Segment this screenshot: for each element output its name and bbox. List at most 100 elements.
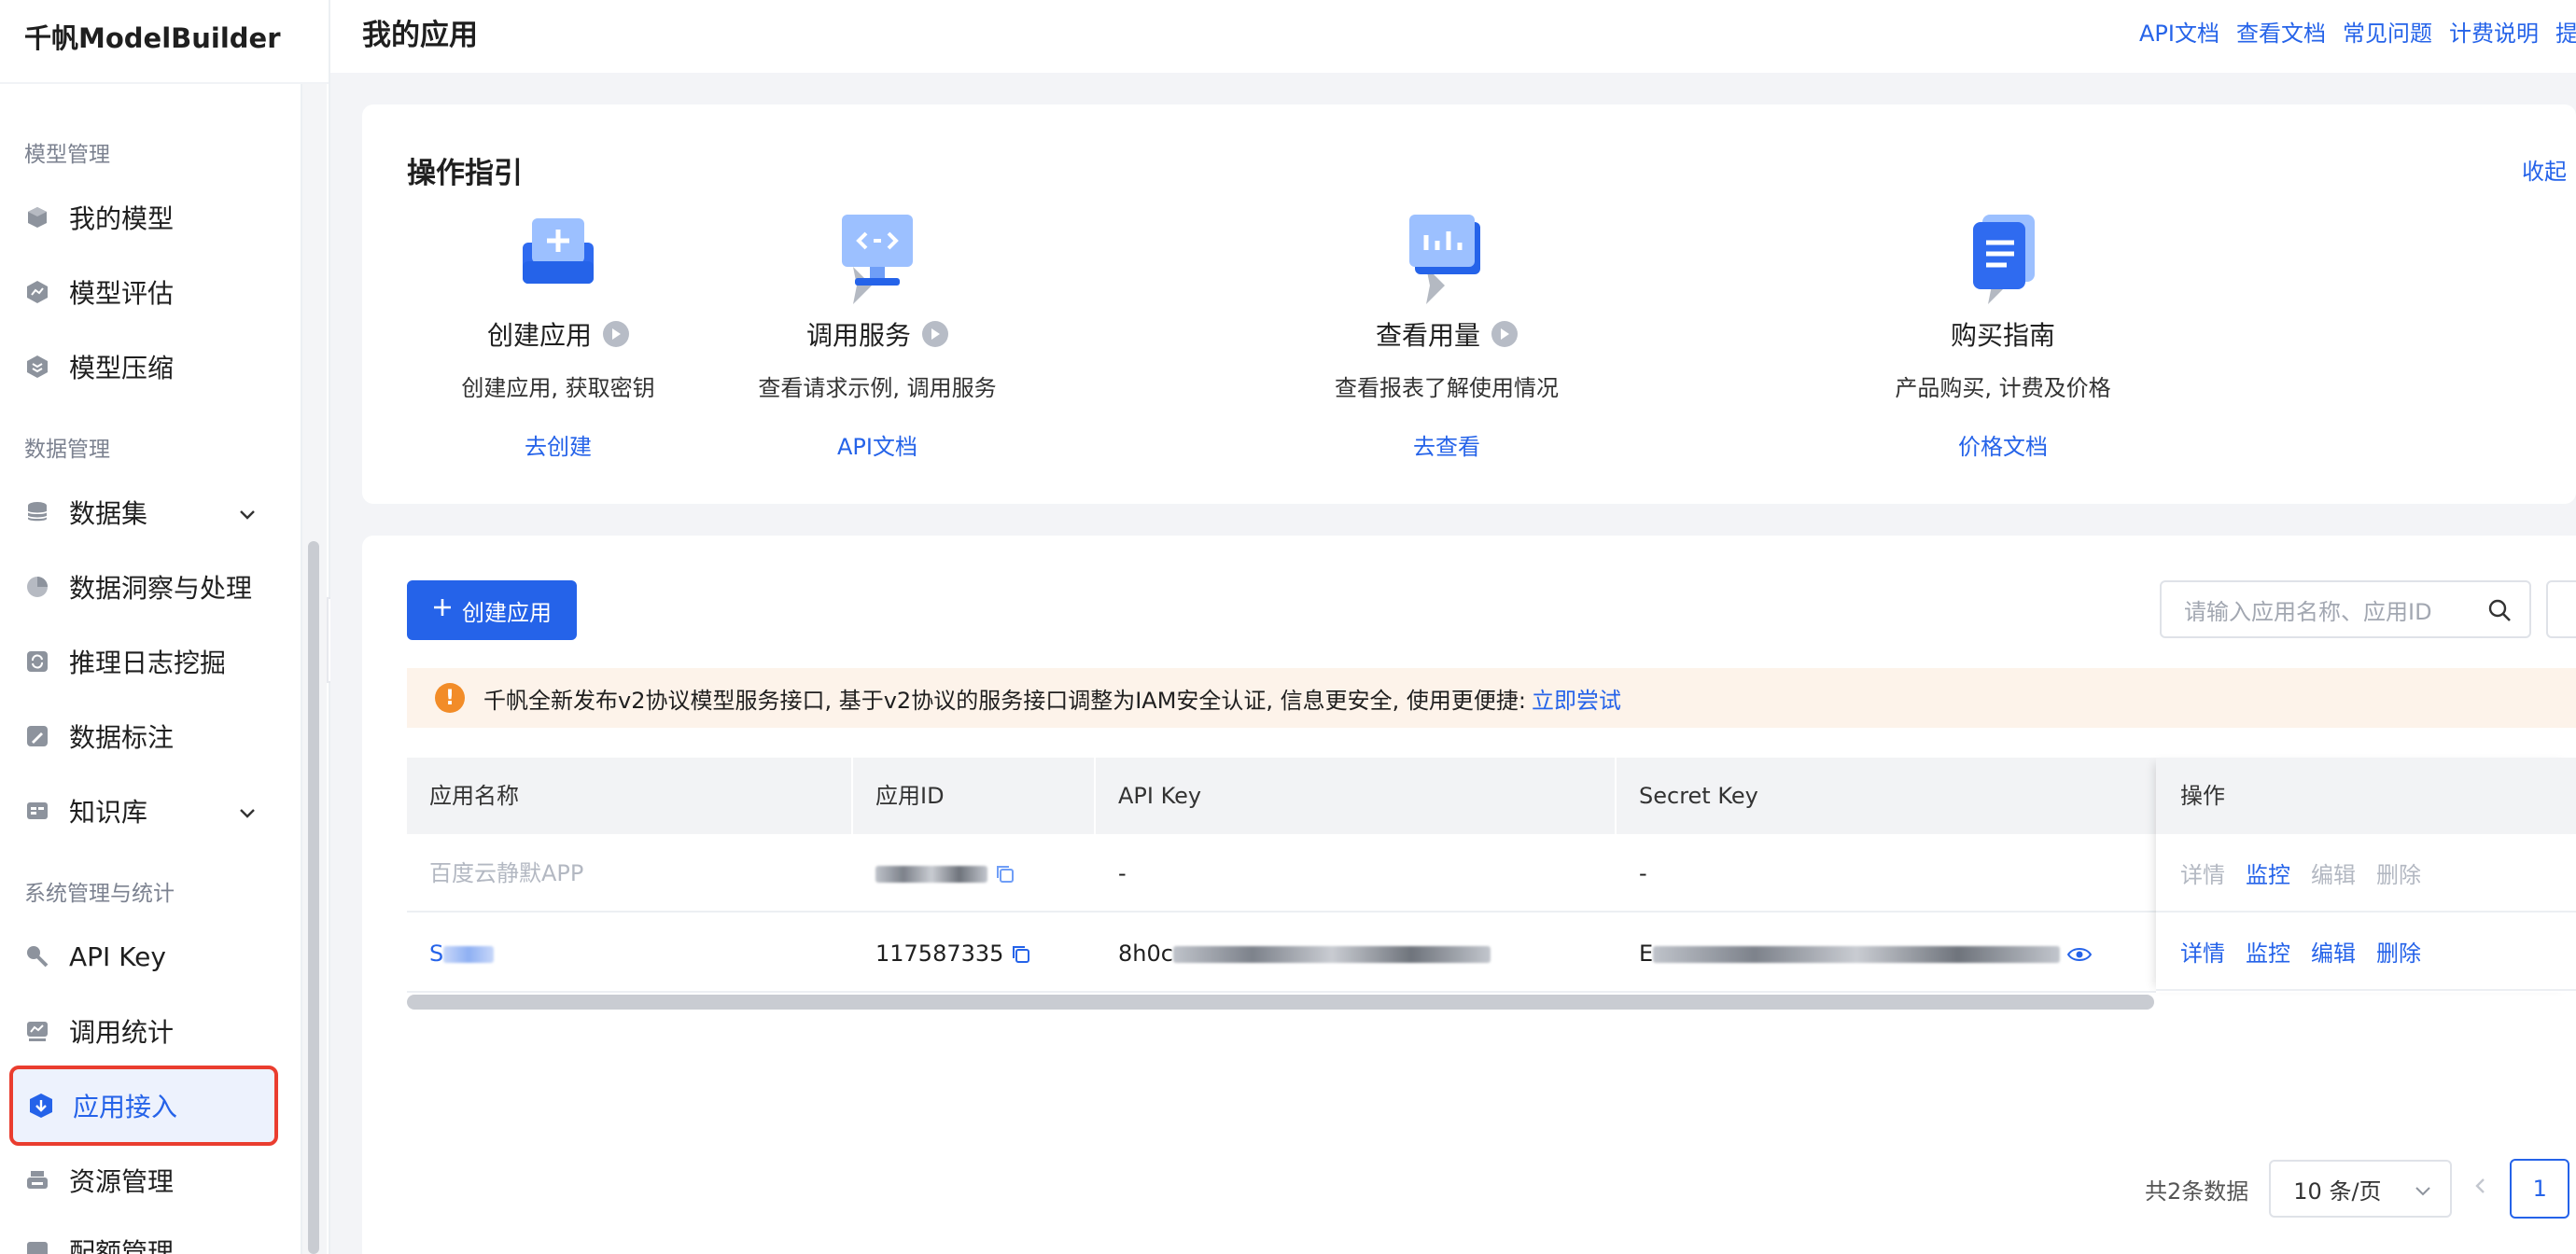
secret-key: - — [1639, 860, 1647, 886]
step-link-go-create[interactable]: 去创建 — [390, 428, 726, 461]
page-number-button[interactable]: 1 — [2510, 1159, 2570, 1219]
sidebar-item-label: 我的模型 — [69, 203, 175, 234]
col-actions: 操作 — [2156, 758, 2576, 834]
app-name: 百度云静默APP — [429, 860, 584, 886]
edit-action[interactable]: 编辑 — [2311, 857, 2356, 889]
guide-step-view-usage: 查看用量 查看报表了解使用情况 去查看 — [1279, 205, 1615, 461]
masked-value — [1653, 946, 2061, 963]
sidebar-item-data-insight[interactable]: 数据洞察与处理 — [9, 552, 276, 621]
section-model-management: 模型管理 — [24, 143, 110, 167]
monitor-action[interactable]: 监控 — [2246, 857, 2290, 889]
secret-key: E — [1617, 914, 2092, 993]
table-horizontal-scrollbar[interactable] — [407, 995, 2154, 1010]
sidebar-item-my-models[interactable]: 我的模型 — [9, 183, 276, 252]
copy-icon[interactable] — [995, 860, 1015, 886]
app-name-link[interactable]: S — [407, 914, 495, 993]
notice-banner: ! 千帆全新发布v2协议模型服务接口, 基于v2协议的服务接口调整为IAM安全认… — [407, 668, 2576, 728]
sidebar-item-label: 知识库 — [69, 797, 148, 828]
step-link-go-view[interactable]: 去查看 — [1279, 428, 1615, 461]
row-actions: 详情 监控 编辑 删除 — [2156, 913, 2576, 991]
delete-action[interactable]: 删除 — [2376, 857, 2421, 889]
sidebar-item-knowledge-base[interactable]: 知识库 — [9, 776, 276, 845]
sidebar-item-quota-management[interactable]: 配额管理 — [9, 1217, 276, 1254]
create-app-button[interactable]: 创建应用 — [407, 580, 577, 640]
guide-collapse-link[interactable]: 收起 — [2522, 153, 2567, 186]
page-size-select[interactable]: 10 条/页 — [2269, 1160, 2453, 1218]
eye-icon[interactable] — [2066, 940, 2092, 967]
total-count: 共2条数据 — [2145, 1177, 2249, 1205]
sidebar-item-label: 数据标注 — [69, 722, 175, 753]
app-id: 117587335 — [853, 914, 1031, 993]
divider — [0, 82, 329, 84]
step-desc: 查看报表了解使用情况 — [1335, 375, 1559, 401]
play-icon[interactable] — [922, 321, 948, 347]
chevron-down-icon[interactable] — [237, 799, 258, 829]
step-name: 创建应用 — [486, 320, 592, 351]
header-link-api-docs[interactable]: API文档 — [2139, 15, 2219, 48]
pie-icon — [24, 574, 50, 600]
col-api-key: API Key — [1118, 783, 1202, 809]
warning-icon: ! — [435, 683, 465, 713]
guide-step-purchase-guide: 购买指南 产品购买, 计费及价格 价格文档 — [1835, 205, 2171, 461]
row-actions: 详情 监控 编辑 删除 — [2156, 834, 2576, 913]
detail-action[interactable]: 详情 — [2180, 935, 2225, 968]
sidebar-item-label: 模型压缩 — [69, 353, 175, 383]
sidebar-item-model-eval[interactable]: 模型评估 — [9, 258, 276, 327]
operation-guide-card: 操作指引 收起 创建应用 创建应用, 获取密钥 去创建 调用服务 查看请求示例,… — [362, 104, 2576, 504]
sidebar-item-log-mining[interactable]: 推理日志挖掘 — [9, 627, 276, 696]
sidebar: 千帆ModelBuilder 模型管理 我的模型 模型评估 模型压缩 数据管理 … — [0, 0, 330, 1254]
sidebar-item-label: 数据洞察与处理 — [69, 573, 253, 604]
main-content: 我的应用 API文档 查看文档 常见问题 计费说明 提交 操作指引 收起 创建应… — [330, 0, 2576, 1254]
detail-action[interactable]: 详情 — [2180, 857, 2225, 889]
chevron-down-icon — [2413, 1180, 2433, 1206]
header-link-billing[interactable]: 计费说明 — [2449, 15, 2539, 48]
search-placeholder: 请输入应用名称、应用ID — [2184, 598, 2432, 625]
monitor-action[interactable]: 监控 — [2246, 935, 2290, 968]
play-icon[interactable] — [603, 321, 629, 347]
app-id-value: 117587335 — [875, 940, 1004, 967]
step-name: 购买指南 — [1950, 320, 2055, 351]
chevron-down-icon[interactable] — [237, 500, 258, 531]
sidebar-item-datasets[interactable]: 数据集 — [9, 478, 276, 547]
edit-action[interactable]: 编辑 — [2311, 935, 2356, 968]
sidebar-item-label: 配额管理 — [69, 1237, 175, 1254]
sidebar-item-data-annotation[interactable]: 数据标注 — [9, 702, 276, 771]
guide-step-call-service: 调用服务 查看请求示例, 调用服务 API文档 — [709, 205, 1045, 461]
masked-value — [443, 946, 495, 963]
view-usage-icon — [1402, 205, 1491, 295]
header-link-view-docs[interactable]: 查看文档 — [2236, 15, 2326, 48]
masked-value — [875, 866, 987, 883]
sidebar-item-model-compress[interactable]: 模型压缩 — [9, 332, 276, 401]
prev-page-icon[interactable] — [2472, 1176, 2489, 1202]
api-key: 8h0c — [1096, 914, 1491, 993]
section-data-management: 数据管理 — [24, 438, 110, 462]
download-shield-icon — [28, 1093, 54, 1119]
notice-try-link[interactable]: 立即尝试 — [1532, 682, 1621, 715]
sidebar-item-label: 推理日志挖掘 — [69, 648, 227, 678]
sidebar-item-label: 调用统计 — [69, 1017, 175, 1048]
guide-title: 操作指引 — [407, 157, 523, 190]
sidebar-item-call-stats[interactable]: 调用统计 — [9, 996, 276, 1066]
sidebar-item-label: 资源管理 — [69, 1166, 175, 1197]
search-input[interactable]: 请输入应用名称、应用ID — [2160, 580, 2531, 638]
sidebar-item-api-key[interactable]: API Key — [9, 922, 276, 991]
knowledge-icon — [24, 798, 50, 824]
delete-action[interactable]: 删除 — [2376, 935, 2421, 968]
search-icon[interactable] — [2486, 597, 2513, 629]
step-desc: 查看请求示例, 调用服务 — [758, 375, 997, 401]
refresh-button[interactable] — [2546, 580, 2576, 638]
secret-key-prefix: E — [1639, 940, 1654, 967]
sidebar-item-app-access[interactable]: 应用接入 — [9, 1066, 278, 1146]
actions-column-fixed: 操作 详情 监控 编辑 删除 详情 监控 编辑 删除 — [2156, 758, 2576, 993]
header-link-faq[interactable]: 常见问题 — [2343, 15, 2432, 48]
sidebar-scrollbar-thumb[interactable] — [308, 541, 319, 1254]
quota-icon — [24, 1238, 50, 1254]
header-link-submit[interactable]: 提交 — [2555, 15, 2576, 48]
play-icon[interactable] — [1491, 321, 1518, 347]
step-link-price-docs[interactable]: 价格文档 — [1835, 428, 2171, 461]
app-name[interactable]: S — [429, 940, 443, 967]
step-link-api-docs[interactable]: API文档 — [709, 428, 1045, 461]
call-service-icon — [833, 205, 922, 295]
copy-icon[interactable] — [1011, 940, 1031, 967]
sidebar-item-resource-management[interactable]: 资源管理 — [9, 1146, 276, 1215]
